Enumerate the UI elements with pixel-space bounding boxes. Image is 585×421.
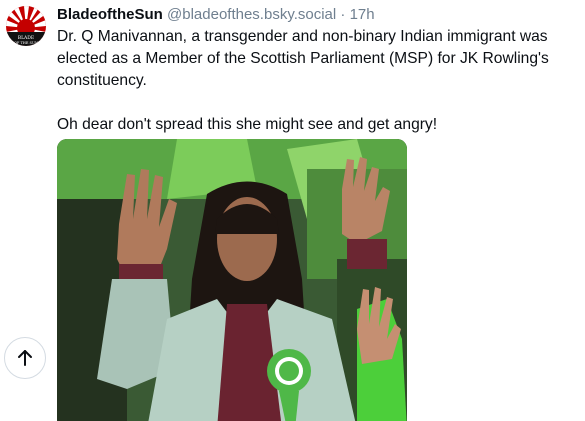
author-display-name[interactable]: BladeoftheSun [57, 6, 163, 23]
post-text-paragraph-1: Dr. Q Manivannan, a transgender and non-… [57, 28, 549, 89]
post-text-paragraph-2: Oh dear don't spread this she might see … [57, 116, 438, 133]
post: BLADE OF THE SUN BladeoftheSun @bladeoft… [0, 0, 585, 421]
svg-text:OF THE SUN: OF THE SUN [14, 41, 38, 45]
rising-sun-logo-icon: BLADE OF THE SUN [6, 6, 46, 46]
post-text: Dr. Q Manivannan, a transgender and non-… [57, 26, 577, 136]
scroll-to-top-button[interactable] [4, 337, 46, 379]
author-handle[interactable]: @bladeofthes.bsky.social [167, 6, 336, 23]
avatar[interactable]: BLADE OF THE SUN [6, 6, 46, 46]
photo-image [57, 139, 407, 421]
post-timestamp[interactable]: 17h [350, 6, 375, 23]
post-header: BladeoftheSun @bladeofthes.bsky.social ·… [57, 5, 375, 25]
post-image[interactable] [57, 139, 407, 421]
arrow-up-icon [18, 350, 32, 366]
separator-dot: · [340, 6, 346, 23]
